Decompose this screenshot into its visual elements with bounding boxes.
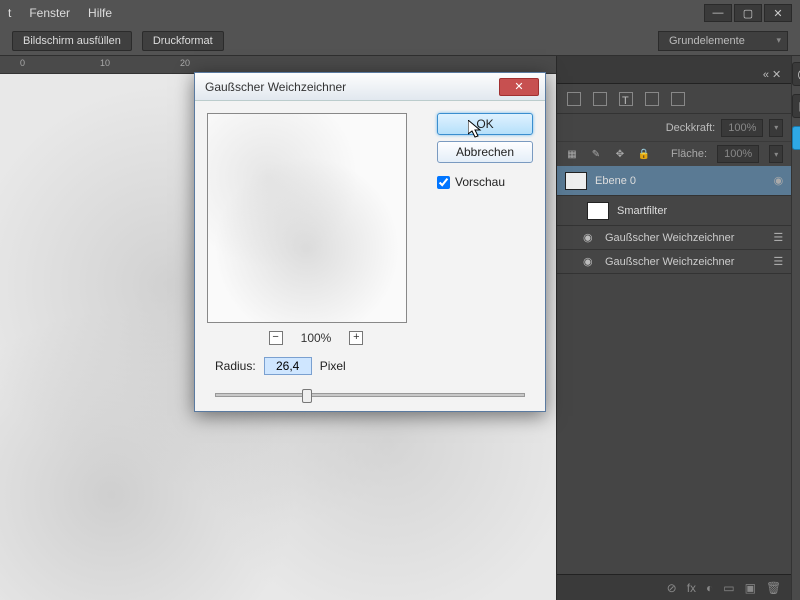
trash-icon[interactable]: 🗑 — [766, 581, 781, 595]
zoom-value: 100% — [301, 331, 332, 345]
filter-entry-2[interactable]: ◉ Gaußscher Weichzeichner ☰ — [557, 250, 791, 274]
radius-row: Radius: Pixel — [195, 357, 545, 389]
mask-icon[interactable]: ◐ — [706, 581, 713, 595]
fill-label: Fläche: — [671, 148, 707, 160]
radius-unit: Pixel — [320, 359, 346, 373]
filter-name: Gaußscher Weichzeichner — [605, 232, 734, 244]
dialog-title: Gaußscher Weichzeichner — [205, 80, 346, 94]
filter-name: Gaußscher Weichzeichner — [605, 256, 734, 268]
print-format-button[interactable]: Druckformat — [142, 31, 224, 51]
menu-item-fenster[interactable]: Fenster — [29, 6, 70, 20]
layers-panel-footer: ⊘ fx ◐ ▭ ▣ 🗑 — [557, 574, 791, 600]
dialog-titlebar[interactable]: Gaußscher Weichzeichner ✕ — [195, 73, 545, 101]
menubar: t Fenster Hilfe — ▢ ✕ — [0, 0, 800, 26]
filter-smart-icon[interactable] — [671, 92, 685, 106]
panel-filter-icons — [557, 84, 791, 114]
opacity-value[interactable]: 100% — [721, 119, 763, 137]
filter-preview[interactable] — [207, 113, 407, 323]
new-layer-icon[interactable]: ▣ — [745, 581, 756, 595]
filter-shape-icon[interactable] — [645, 92, 659, 106]
fill-value[interactable]: 100% — [717, 145, 759, 163]
filter-entry-1[interactable]: ◉ Gaußscher Weichzeichner ☰ — [557, 226, 791, 250]
radius-input[interactable] — [264, 357, 312, 375]
slider-knob[interactable] — [302, 389, 312, 403]
zoom-in-button[interactable]: + — [349, 331, 363, 345]
gaussian-blur-dialog: Gaußscher Weichzeichner ✕ − 100% + OK Ab… — [194, 72, 546, 412]
maximize-button[interactable]: ▢ — [734, 4, 762, 22]
layer-row-ebene0[interactable]: Ebene 0 ◉ — [557, 166, 791, 196]
smartfilter-label: Smartfilter — [617, 205, 667, 217]
fill-screen-button[interactable]: Bildschirm ausfüllen — [12, 31, 132, 51]
opacity-row: Deckkraft: 100% ▾ — [557, 114, 791, 142]
strip-panel-icon-active[interactable] — [792, 126, 800, 150]
zoom-out-button[interactable]: − — [269, 331, 283, 345]
filter-adjust-icon[interactable] — [593, 92, 607, 106]
options-bar: Bildschirm ausfüllen Druckformat Grundel… — [0, 26, 800, 56]
layer-name: Ebene 0 — [595, 175, 636, 187]
visibility-icon[interactable]: ◉ — [774, 174, 784, 187]
workspace-dropdown[interactable]: Grundelemente — [658, 31, 788, 51]
ruler-tick: 10 — [100, 58, 110, 68]
ruler-tick: 20 — [180, 58, 190, 68]
radius-label: Radius: — [215, 359, 256, 373]
strip-panel-icon[interactable]: ◯ — [792, 62, 800, 86]
ruler-tick: 0 — [20, 58, 25, 68]
panel-collapse[interactable]: « ✕ — [759, 66, 785, 83]
filter-image-icon[interactable] — [567, 92, 581, 106]
preview-checkbox[interactable] — [437, 176, 450, 189]
radius-slider[interactable] — [215, 393, 525, 397]
opacity-dropdown[interactable]: ▾ — [769, 119, 783, 137]
right-dock: « ✕ Deckkraft: 100% ▾ ▦ ✎ ✥ 🔒 Fläche: — [556, 56, 800, 600]
lock-pixels-icon[interactable]: ▦ — [565, 147, 579, 161]
layers-panel: « ✕ Deckkraft: 100% ▾ ▦ ✎ ✥ 🔒 Fläche: — [557, 56, 791, 600]
dialog-close-button[interactable]: ✕ — [499, 78, 539, 96]
smartfilter-row[interactable]: Smartfilter — [557, 196, 791, 226]
visibility-icon[interactable]: ◉ — [583, 231, 597, 244]
link-layers-icon[interactable]: ⊘ — [667, 581, 677, 595]
window-controls: — ▢ ✕ — [704, 4, 792, 22]
preview-checkbox-row[interactable]: Vorschau — [437, 175, 533, 189]
zoom-controls: − 100% + — [207, 331, 425, 345]
opacity-label: Deckkraft: — [666, 122, 716, 134]
adjustment-icon[interactable]: ▭ — [723, 581, 734, 595]
dock-strip: ◯ ◫ — [791, 56, 800, 600]
cancel-button[interactable]: Abbrechen — [437, 141, 533, 163]
lock-move-icon[interactable]: ✥ — [613, 147, 627, 161]
filter-settings-icon[interactable]: ☰ — [773, 231, 783, 244]
lock-brush-icon[interactable]: ✎ — [589, 147, 603, 161]
ok-button[interactable]: OK — [437, 113, 533, 135]
fill-dropdown[interactable]: ▾ — [769, 145, 783, 163]
minimize-button[interactable]: — — [704, 4, 732, 22]
visibility-icon[interactable]: ◉ — [583, 255, 597, 268]
close-window-button[interactable]: ✕ — [764, 4, 792, 22]
filter-text-icon[interactable] — [619, 92, 633, 106]
filter-settings-icon[interactable]: ☰ — [773, 255, 783, 268]
menu-item[interactable]: t — [8, 6, 11, 20]
menu-item-hilfe[interactable]: Hilfe — [88, 6, 112, 20]
strip-panel-icon[interactable]: ◫ — [792, 94, 800, 118]
lock-all-icon[interactable]: 🔒 — [637, 147, 651, 161]
preview-checkbox-label: Vorschau — [455, 175, 505, 189]
layer-thumbnail — [565, 172, 587, 190]
lock-row: ▦ ✎ ✥ 🔒 Fläche: 100% ▾ — [557, 142, 791, 166]
smartfilter-thumb — [587, 202, 609, 220]
fx-icon[interactable]: fx — [687, 581, 696, 595]
